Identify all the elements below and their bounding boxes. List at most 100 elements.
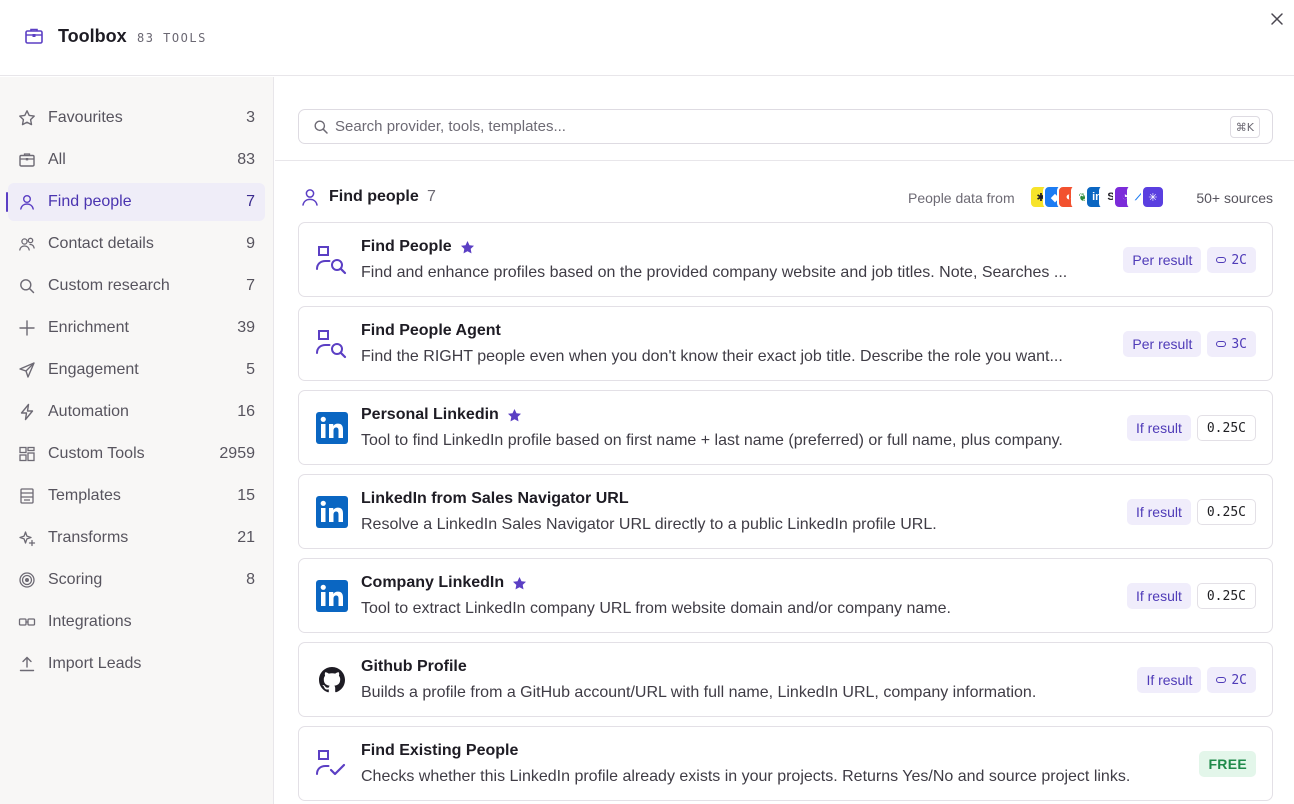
favourite-star-icon[interactable]: [512, 576, 527, 591]
sidebar-item-all[interactable]: All 83: [8, 141, 265, 179]
pricing-badge: If result: [1137, 667, 1202, 693]
provider-logos: ✱ ◆ ◐ ❦ in S ◔ ⟋ ✳: [1029, 185, 1165, 209]
sidebar-item-scoring[interactable]: Scoring 8: [8, 561, 265, 599]
tool-card-find-existing-people[interactable]: Find Existing People Checks whether this…: [298, 726, 1273, 801]
sidebar-item-engagement[interactable]: Engagement 5: [8, 351, 265, 389]
search-icon: [20, 279, 35, 294]
tool-description: Checks whether this LinkedIn profile alr…: [361, 768, 1131, 785]
tool-card-github-profile[interactable]: Github Profile Builds a profile from a G…: [298, 642, 1273, 717]
sidebar-item-label: Find people: [48, 193, 132, 210]
tool-title-text: Find People Agent: [361, 322, 501, 339]
tool-description: Tool to find LinkedIn profile based on f…: [361, 432, 1063, 449]
tool-title: Company LinkedIn: [361, 574, 527, 592]
tool-tags: FREE: [1199, 751, 1256, 777]
sidebar-item-label: Automation: [48, 403, 129, 420]
sidebar-item-import-leads[interactable]: Import Leads: [8, 645, 265, 683]
sidebar-item-transforms[interactable]: Transforms 21: [8, 519, 265, 557]
tool-title: Find Existing People: [361, 742, 518, 760]
send-icon: [19, 362, 35, 378]
sidebar-item-count: 5: [246, 361, 255, 378]
page-title: Toolbox: [58, 26, 127, 46]
github-icon: [319, 667, 345, 693]
linkedin-icon: [316, 412, 348, 444]
sidebar-item-enrichment[interactable]: Enrichment 39: [8, 309, 265, 347]
sidebar-item-count: 7: [246, 277, 255, 294]
coin-icon: [1216, 677, 1227, 683]
integrations-icon: [18, 618, 36, 626]
cost-value: 2C: [1231, 672, 1247, 688]
contacts-icon: [19, 237, 35, 251]
tool-card-find-people[interactable]: Find People Find and enhance profiles ba…: [298, 222, 1273, 297]
sidebar-item-count: 8: [246, 571, 255, 588]
tool-card-linkedin-from-sales-navigator[interactable]: LinkedIn from Sales Navigator URL Resolv…: [298, 474, 1273, 549]
sidebar-item-count: 9: [246, 235, 255, 252]
tool-description: Builds a profile from a GitHub account/U…: [361, 684, 1037, 701]
sidebar-item-label: All: [48, 151, 66, 168]
cost-badge: 3C: [1207, 331, 1256, 357]
sidebar-item-custom-research[interactable]: Custom research 7: [8, 267, 265, 305]
tool-tags: If result 2C: [1137, 667, 1256, 693]
sidebar-item-count: 15: [237, 487, 255, 504]
sidebar-item-contact-details[interactable]: Contact details 9: [8, 225, 265, 263]
linkedin-icon: [316, 496, 348, 528]
sidebar-item-label: Custom research: [48, 277, 170, 294]
sidebar-item-label: Enrichment: [48, 319, 129, 336]
search-icon: [314, 120, 328, 134]
tool-description: Tool to extract LinkedIn company URL fro…: [361, 600, 951, 617]
sidebar-item-label: Custom Tools: [48, 445, 145, 462]
favourite-star-icon[interactable]: [460, 240, 475, 255]
sidebar: Favourites 3 All 83 Find people 7 Contac…: [0, 77, 274, 804]
coin-icon: [1216, 257, 1227, 263]
tool-tags: Per result 2C: [1123, 247, 1256, 273]
tool-description: Resolve a LinkedIn Sales Navigator URL d…: [361, 516, 937, 533]
pricing-badge: Per result: [1123, 247, 1202, 273]
sidebar-item-count: 83: [237, 151, 255, 168]
favourite-star-icon[interactable]: [507, 408, 522, 423]
tool-description: Find the RIGHT people even when you don'…: [361, 348, 1063, 365]
plus-icon: [19, 320, 35, 336]
tool-title: Personal Linkedin: [361, 406, 522, 424]
sidebar-item-favourites[interactable]: Favourites 3: [8, 99, 265, 137]
sidebar-item-label: Transforms: [48, 529, 129, 546]
sidebar-item-label: Contact details: [48, 235, 154, 252]
tool-card-find-people-agent[interactable]: Find People Agent Find the RIGHT people …: [298, 306, 1273, 381]
sidebar-item-count: 2959: [219, 445, 255, 462]
sources-count: 50+ sources: [1196, 190, 1273, 206]
search-box[interactable]: ⌘K: [298, 109, 1273, 144]
tool-card-company-linkedin[interactable]: Company LinkedIn Tool to extract LinkedI…: [298, 558, 1273, 633]
tool-title-text: Company LinkedIn: [361, 574, 505, 591]
header: Toolbox 83 TOOLS: [0, 0, 1294, 76]
sidebar-item-label: Integrations: [48, 613, 132, 630]
search-input[interactable]: [335, 114, 1215, 139]
star-icon: [19, 110, 35, 126]
person-check-icon: [316, 750, 346, 776]
person-icon: [20, 195, 34, 210]
cost-badge: 2C: [1207, 247, 1256, 273]
tool-card-personal-linkedin[interactable]: Personal Linkedin Tool to find LinkedIn …: [298, 390, 1273, 465]
pricing-badge: If result: [1126, 415, 1191, 441]
cost-badge: 0.25C: [1196, 415, 1256, 441]
tool-title-text: LinkedIn from Sales Navigator URL: [361, 490, 629, 507]
find-people-icon: [316, 246, 347, 275]
close-button[interactable]: [1266, 8, 1288, 30]
target-icon: [19, 572, 35, 588]
sidebar-item-count: 16: [237, 403, 255, 420]
sidebar-item-find-people[interactable]: Find people 7: [6, 183, 265, 221]
sidebar-item-integrations[interactable]: Integrations: [8, 603, 265, 641]
tool-tags: If result 0.25C: [1126, 583, 1256, 609]
sidebar-item-automation[interactable]: Automation 16: [8, 393, 265, 431]
cost-value: 3C: [1231, 336, 1247, 352]
pricing-badge: Per result: [1123, 331, 1202, 357]
find-people-icon: [316, 330, 347, 359]
linkedin-icon: [316, 580, 348, 612]
section-header: Find people 7 People data from ✱ ◆ ◐ ❦ i…: [298, 183, 1273, 211]
sidebar-item-custom-tools[interactable]: Custom Tools 2959: [8, 435, 265, 473]
tool-title: Find People: [361, 238, 475, 256]
tool-tags: If result 0.25C: [1126, 499, 1256, 525]
cost-badge: 0.25C: [1196, 499, 1256, 525]
sidebar-item-templates[interactable]: Templates 15: [8, 477, 265, 515]
custom-tools-icon: [19, 446, 35, 462]
sidebar-item-label: Templates: [48, 487, 121, 504]
tool-title-text: Find Existing People: [361, 742, 519, 759]
tool-list: Find People Find and enhance profiles ba…: [298, 222, 1273, 804]
